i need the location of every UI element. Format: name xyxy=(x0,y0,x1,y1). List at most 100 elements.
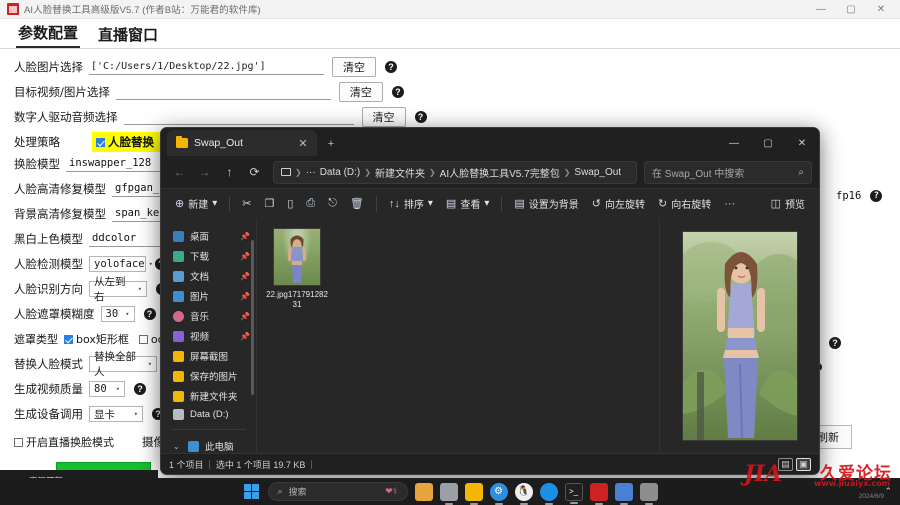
explorer-minimize-button[interactable]: — xyxy=(717,130,751,156)
face-detector-select[interactable]: yoloface ▾ xyxy=(89,256,146,272)
toolbar-rotate-left[interactable]: ↺ 向左旋转 xyxy=(586,192,651,215)
taskbar-qq[interactable]: 🐧 xyxy=(515,483,533,501)
strategy-option-face-swap[interactable]: 人脸替换 xyxy=(92,132,160,152)
live-mode-checkbox[interactable] xyxy=(14,438,23,447)
swap-mode-select[interactable]: 替换全部人 ▾ xyxy=(89,356,157,372)
toolbar-sort[interactable]: ↑↓ 排序 ▾ xyxy=(383,192,439,215)
live-mode-toggle[interactable]: 开启直播换脸模式 xyxy=(14,434,114,450)
pin-icon[interactable]: 📌 xyxy=(240,252,250,261)
preview-pane-view-button[interactable]: ▣ xyxy=(796,458,811,471)
video-quality-help-icon[interactable]: ? xyxy=(134,383,146,395)
taskbar-terminal[interactable]: >_ xyxy=(565,483,583,501)
breadcrumb[interactable]: ❯ ··· Data (D:) ❯ 新建文件夹 ❯ AI人脸替换工具V5.7完整… xyxy=(273,161,637,184)
face-direction-select[interactable]: 从左到右 ▾ xyxy=(89,281,147,297)
digital-audio-clear-button[interactable]: 清空 xyxy=(362,107,406,127)
nav-item-data-drive[interactable]: Data (D:) xyxy=(161,406,256,423)
nav-item-saved-pictures[interactable]: 保存的图片 xyxy=(161,366,256,386)
nav-item-pictures[interactable]: 图片 📌 xyxy=(161,286,256,306)
toolbar-cut[interactable]: ✂ xyxy=(236,193,257,214)
breadcrumb-item-0[interactable]: Data (D:) xyxy=(320,167,361,178)
toolbar-share[interactable]: ⎋ xyxy=(322,193,343,214)
breadcrumb-overflow[interactable]: ··· xyxy=(306,167,316,178)
taskbar-gray-app[interactable] xyxy=(640,483,658,501)
back-icon[interactable]: ← xyxy=(168,161,191,184)
search-icon[interactable]: ⌕ xyxy=(798,167,804,178)
tab-parameter-config[interactable]: 参数配置 xyxy=(16,21,80,48)
taskbar-edge[interactable] xyxy=(540,483,558,501)
nav-item-videos[interactable]: 视频 📌 xyxy=(161,326,256,346)
toolbar-delete[interactable]: 🗑 xyxy=(344,193,370,214)
tray-chevron-icon[interactable]: ⌃ xyxy=(884,486,892,497)
nav-item-this-pc[interactable]: ⌄ 此电脑 xyxy=(161,436,256,453)
target-media-help-icon[interactable]: ? xyxy=(392,86,404,98)
precision-help-icon[interactable]: ? xyxy=(870,190,882,202)
explorer-search-box[interactable]: 在 Swap_Out 中搜索 ⌕ xyxy=(644,161,812,184)
target-media-clear-button[interactable]: 清空 xyxy=(339,82,383,102)
toolbar-preview[interactable]: ◫ 预览 xyxy=(765,192,811,215)
digital-audio-input[interactable] xyxy=(124,109,354,125)
start-button[interactable] xyxy=(243,483,261,501)
pin-icon[interactable]: 📌 xyxy=(240,232,250,241)
nav-item-screenshots[interactable]: 屏幕截图 xyxy=(161,346,256,366)
toolbar-set-as-background[interactable]: ▤ 设置为背景 xyxy=(508,192,584,215)
list-item[interactable]: 22.jpg17179128231 xyxy=(264,228,330,310)
toolbar-more[interactable]: ··· xyxy=(718,194,741,214)
explorer-close-button[interactable]: ✕ xyxy=(785,130,819,156)
taskbar-file-explorer[interactable] xyxy=(465,483,483,501)
digital-audio-help-icon[interactable]: ? xyxy=(415,111,427,123)
explorer-file-list[interactable]: 22.jpg17179128231 xyxy=(256,218,659,453)
health-widget-icon[interactable]: ❤⚕ xyxy=(385,486,397,497)
up-icon[interactable]: ↑ xyxy=(218,161,241,184)
pin-icon[interactable]: 📌 xyxy=(240,292,250,301)
tab-live-window[interactable]: 直播窗口 xyxy=(96,23,160,48)
toolbar-view[interactable]: ▤ 查看 ▾ xyxy=(440,192,495,215)
explorer-tab-swap-out[interactable]: Swap_Out ✕ xyxy=(167,130,317,156)
toolbar-rename[interactable]: ⎙ xyxy=(300,193,321,214)
breadcrumb-item-1[interactable]: 新建文件夹 xyxy=(375,165,425,180)
pin-icon[interactable]: 📌 xyxy=(240,272,250,281)
mask-blur-help-icon[interactable]: ? xyxy=(144,308,156,320)
toolbar-rotate-right[interactable]: ↻ 向右旋转 xyxy=(652,192,717,215)
nav-item-documents[interactable]: 文档 📌 xyxy=(161,266,256,286)
pin-icon[interactable]: 📌 xyxy=(240,332,250,341)
toolbar-copy[interactable]: ❐ xyxy=(258,193,280,214)
nav-item-music[interactable]: 音乐 📌 xyxy=(161,306,256,326)
chevron-down-icon[interactable]: ⌄ xyxy=(173,442,182,451)
details-view-button[interactable]: ▤ xyxy=(778,458,793,471)
video-quality-select[interactable]: 80 ▾ xyxy=(89,381,125,397)
nav-scrollbar[interactable] xyxy=(251,240,254,395)
nav-item-new-folder[interactable]: 新建文件夹 xyxy=(161,386,256,406)
taskbar-search-box[interactable]: ⌕ 搜索 ❤⚕ xyxy=(268,482,408,501)
toolbar-paste[interactable]: ▯ xyxy=(281,193,299,214)
app-minimize-button[interactable]: — xyxy=(806,0,836,19)
face-image-clear-button[interactable]: 清空 xyxy=(332,57,376,77)
face-image-help-icon[interactable]: ? xyxy=(385,61,397,73)
face-image-input[interactable] xyxy=(89,59,324,75)
app-maximize-button[interactable]: ▢ xyxy=(836,0,866,19)
close-icon[interactable]: ✕ xyxy=(295,135,311,151)
taskbar-settings[interactable]: ⚙ xyxy=(490,483,508,501)
app-close-button[interactable]: ✕ xyxy=(866,0,896,19)
forward-icon[interactable]: → xyxy=(193,161,216,184)
nav-item-desktop[interactable]: 桌面 📌 xyxy=(161,226,256,246)
taskbar-task-view[interactable] xyxy=(440,483,458,501)
refresh-icon[interactable]: ⟳ xyxy=(243,161,266,184)
explorer-maximize-button[interactable]: ▢ xyxy=(751,130,785,156)
nav-item-downloads[interactable]: 下载 📌 xyxy=(161,246,256,266)
pin-icon[interactable]: 📌 xyxy=(240,312,250,321)
mask-blur-select[interactable]: 30 ▾ xyxy=(101,306,135,322)
breadcrumb-item-2[interactable]: AI人脸替换工具V5.7完整包 xyxy=(440,165,560,180)
new-tab-button[interactable]: + xyxy=(323,136,339,152)
taskbar-photo-app[interactable] xyxy=(615,483,633,501)
taskbar-app-colorful[interactable] xyxy=(415,483,433,501)
mask-type-occlusion-checkbox[interactable] xyxy=(139,335,148,344)
breadcrumb-item-3[interactable]: Swap_Out xyxy=(574,167,621,178)
taskbar-red-app[interactable] xyxy=(590,483,608,501)
device-select[interactable]: 显卡 ▾ xyxy=(89,406,143,422)
mask-type-option-box[interactable]: box矩形框 xyxy=(64,331,129,347)
target-media-input[interactable] xyxy=(116,84,331,100)
mask-type-box-checkbox[interactable] xyxy=(64,335,73,344)
misc-help-icon[interactable]: ? xyxy=(829,337,841,349)
strategy-face-swap-checkbox[interactable] xyxy=(96,138,105,147)
toolbar-new[interactable]: ⊕ 新建 ▾ xyxy=(169,192,223,215)
